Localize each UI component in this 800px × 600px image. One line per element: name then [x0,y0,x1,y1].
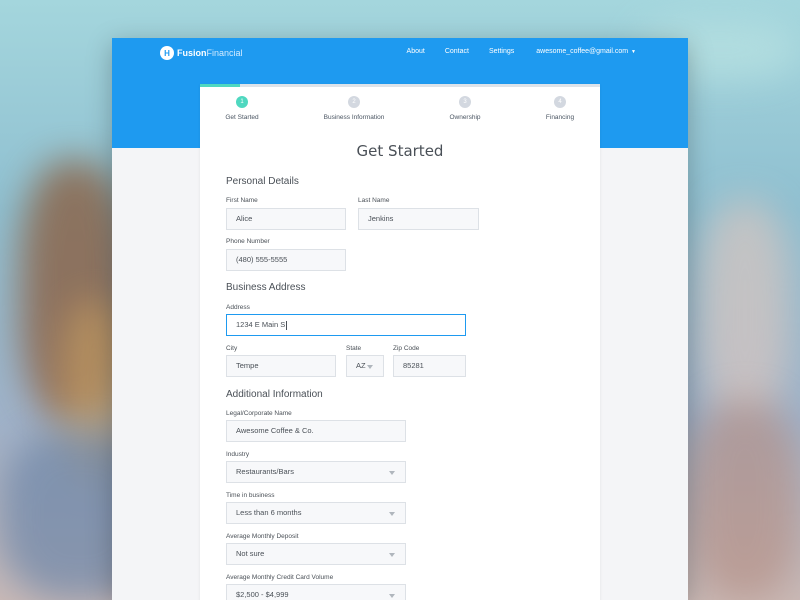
stepper: 1 Get Started 2 Business Information 3 O… [200,96,600,126]
step-label: Business Information [323,114,385,121]
user-menu[interactable]: awesome_coffee@gmail.com ▼ [536,48,636,55]
app-window: H Fusion Financial About Contact Setting… [112,38,688,600]
time-in-business-select[interactable]: Less than 6 months [226,502,406,524]
city-input[interactable]: Tempe [226,355,336,377]
legal-name-input[interactable]: Awesome Coffee & Co. [226,420,406,442]
monthly-deposit-label: Average Monthly Deposit [226,533,299,540]
address-label: Address [226,304,250,311]
step-1-dot: 1 [236,96,248,108]
step-financing[interactable]: 4 Financing [515,96,605,121]
step-label: Financing [545,114,575,121]
industry-label: Industry [226,451,250,458]
brand-name-light: Financial [206,48,243,58]
step-3-dot: 3 [459,96,471,108]
section-additional-information: Additional Information [226,389,323,400]
step-ownership[interactable]: 3 Ownership [420,96,510,121]
form-card: 1 Get Started 2 Business Information 3 O… [200,84,600,600]
nav-settings[interactable]: Settings [489,48,514,55]
address-value: 1234 E Main S [236,320,286,329]
progress-fill [200,84,240,87]
last-name-input[interactable]: Jenkins [358,208,479,230]
chevron-down-icon [389,553,395,557]
top-nav: About Contact Settings awesome_coffee@gm… [387,48,636,55]
first-name-input[interactable]: Alice [226,208,346,230]
phone-label: Phone Number [226,238,270,245]
logo-icon: H [160,46,174,60]
phone-input[interactable]: (480) 555-5555 [226,249,346,271]
zip-input[interactable]: 85281 [393,355,466,377]
monthly-deposit-value: Not sure [236,549,265,558]
state-value: AZ [356,361,366,370]
last-name-label: Last Name [358,197,390,204]
step-label: Ownership [449,114,481,121]
cc-volume-value: $2,500 - $4,999 [236,590,289,599]
nav-contact[interactable]: Contact [445,48,469,55]
cc-volume-label: Average Monthly Credit Card Volume [226,574,334,581]
user-email: awesome_coffee@gmail.com [536,48,629,55]
step-4-dot: 4 [554,96,566,108]
legal-name-label: Legal/Corporate Name [226,410,292,417]
progress-track [200,84,600,87]
chevron-down-icon [389,594,395,598]
monthly-deposit-select[interactable]: Not sure [226,543,406,565]
step-business-information[interactable]: 2 Business Information [309,96,399,121]
step-get-started[interactable]: 1 Get Started [197,96,287,121]
industry-value: Restaurants/Bars [236,467,294,476]
page-title: Get Started [356,142,444,160]
chevron-down-icon [389,512,395,516]
address-input[interactable]: 1234 E Main S [226,314,466,336]
industry-select[interactable]: Restaurants/Bars [226,461,406,483]
chevron-down-icon [367,365,373,369]
first-name-label: First Name [226,197,258,204]
background-blur [690,400,800,600]
state-label: State [346,345,362,352]
zip-label: Zip Code [393,345,420,352]
background-blur [700,200,790,420]
time-in-business-label: Time in business [226,492,275,499]
step-label: Get Started [225,114,259,121]
nav-about[interactable]: About [407,48,425,55]
section-personal-details: Personal Details [226,176,299,187]
text-cursor [286,320,288,330]
section-business-address: Business Address [226,282,306,293]
brand-name-bold: Fusion [177,48,207,58]
brand-logo[interactable]: H Fusion Financial [160,45,243,61]
cc-volume-select[interactable]: $2,500 - $4,999 [226,584,406,600]
chevron-down-icon [389,471,395,475]
state-select[interactable]: AZ [346,355,384,377]
step-2-dot: 2 [348,96,360,108]
time-in-business-value: Less than 6 months [236,508,302,517]
city-label: City [226,345,238,352]
chevron-down-icon: ▼ [631,48,636,55]
